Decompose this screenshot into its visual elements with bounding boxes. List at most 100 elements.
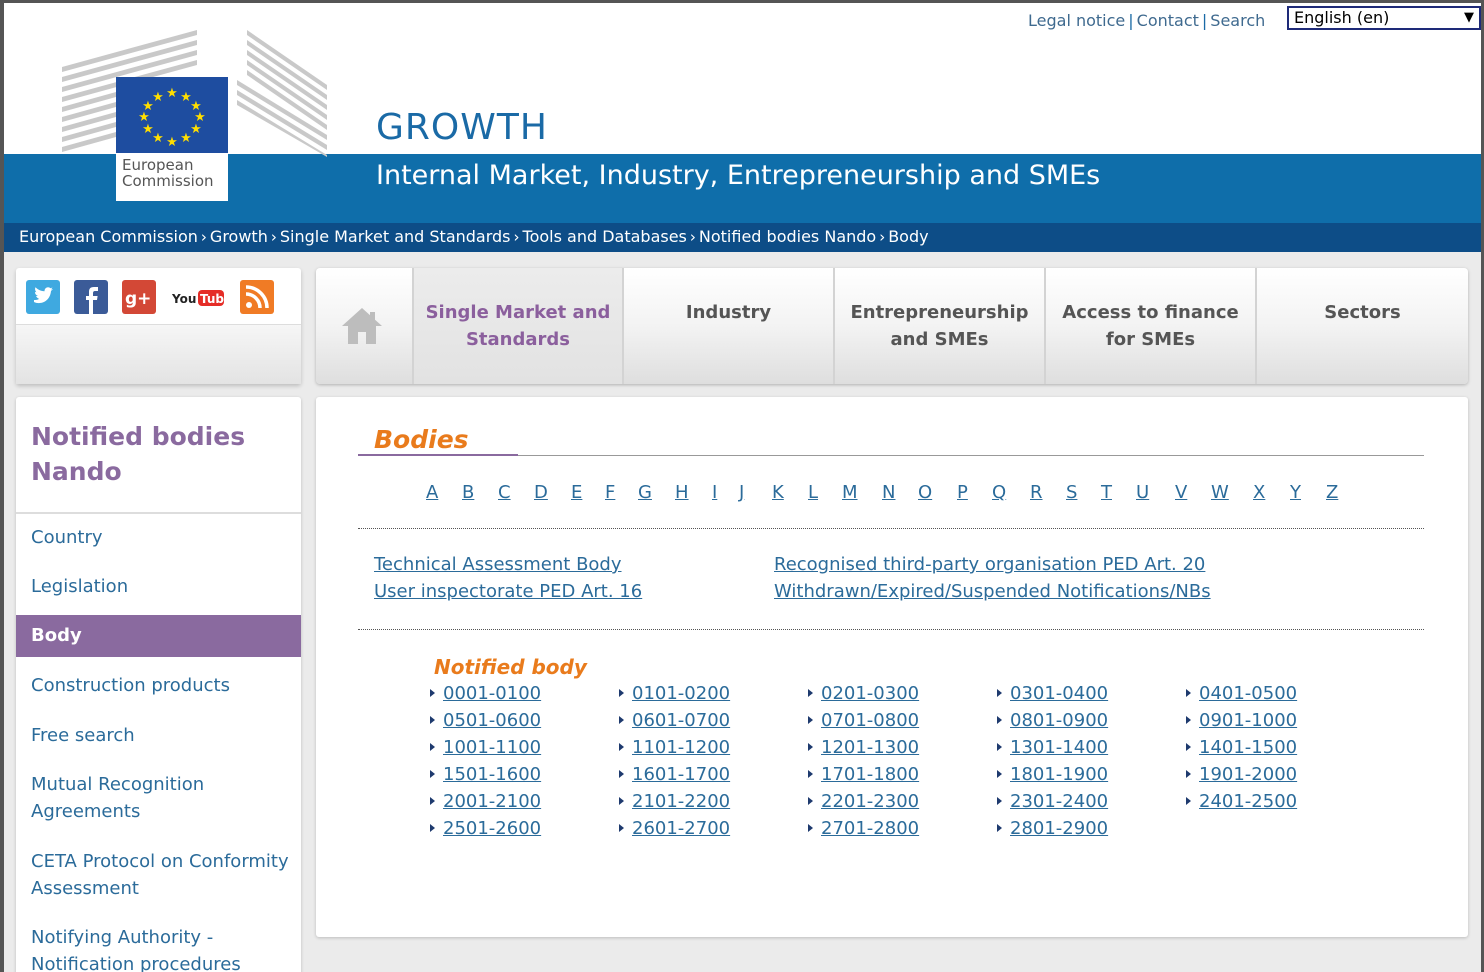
bullet-triangle-icon	[619, 824, 624, 832]
range-link[interactable]: 0401-0500	[1186, 683, 1297, 704]
letter-link[interactable]: J	[739, 482, 744, 503]
letter-link[interactable]: O	[918, 482, 932, 503]
language-select[interactable]: English (en) ▼	[1287, 6, 1481, 30]
letter-link[interactable]: T	[1101, 482, 1112, 503]
eu-flag-icon: ★ ★ ★ ★ ★ ★ ★ ★ ★ ★ ★ ★	[116, 77, 228, 153]
bullet-triangle-icon	[997, 716, 1002, 724]
range-link[interactable]: 1401-1500	[1186, 737, 1297, 758]
letter-link[interactable]: A	[426, 482, 438, 503]
breadcrumb-item[interactable]: Tools and Databases	[523, 227, 687, 246]
letter-link[interactable]: E	[571, 482, 582, 503]
letter-link[interactable]: K	[772, 482, 784, 503]
range-link[interactable]: 1701-1800	[808, 764, 919, 785]
range-link[interactable]: 2701-2800	[808, 818, 919, 839]
bullet-triangle-icon	[808, 824, 813, 832]
range-label: 2101-2200	[632, 791, 731, 812]
range-link[interactable]: 0101-0200	[619, 683, 730, 704]
range-link[interactable]: 0001-0100	[430, 683, 541, 704]
top-links: Legal notice | Contact | Search	[1028, 11, 1265, 30]
letter-link[interactable]: H	[675, 482, 689, 503]
breadcrumb-item[interactable]: Growth	[210, 227, 268, 246]
letter-link[interactable]: I	[712, 482, 717, 503]
google-plus-icon[interactable]: g+	[122, 280, 156, 314]
range-link[interactable]: 0301-0400	[997, 683, 1108, 704]
sidebar-item-construction-products[interactable]: Construction products	[16, 672, 301, 699]
letter-link[interactable]: L	[808, 482, 818, 503]
range-link[interactable]: 2401-2500	[1186, 791, 1297, 812]
range-link[interactable]: 0201-0300	[808, 683, 919, 704]
range-link[interactable]: 0501-0600	[430, 710, 541, 731]
range-link[interactable]: 2801-2900	[997, 818, 1108, 839]
letter-link[interactable]: Y	[1290, 482, 1301, 503]
breadcrumb-item[interactable]: Notified bodies Nando	[699, 227, 876, 246]
range-link[interactable]: 2001-2100	[430, 791, 541, 812]
sidebar-item-country[interactable]: Country	[16, 524, 301, 551]
nav-tab-label: Entrepreneurship and SMEs	[850, 302, 1029, 350]
letter-link[interactable]: G	[638, 482, 652, 503]
breadcrumb-item[interactable]: Single Market and Standards	[280, 227, 511, 246]
range-link[interactable]: 1801-1900	[997, 764, 1108, 785]
nav-tab-industry[interactable]: Industry	[624, 268, 835, 384]
sidebar-item-notifying-authority[interactable]: Notifying Authority - Notification proce…	[16, 924, 256, 972]
letter-link[interactable]: F	[605, 482, 615, 503]
range-link[interactable]: 1001-1100	[430, 737, 541, 758]
recognised-third-party-link[interactable]: Recognised third-party organisation PED …	[774, 554, 1205, 575]
letter-link[interactable]: M	[842, 482, 858, 503]
search-link[interactable]: Search	[1210, 11, 1265, 30]
letter-link[interactable]: X	[1253, 482, 1265, 503]
range-link[interactable]: 0801-0900	[997, 710, 1108, 731]
rss-icon[interactable]	[240, 280, 274, 314]
letter-link[interactable]: R	[1030, 482, 1043, 503]
letter-link[interactable]: P	[957, 482, 968, 503]
svg-text:★: ★	[190, 122, 202, 137]
legal-notice-link[interactable]: Legal notice	[1028, 11, 1125, 30]
svg-text:★: ★	[152, 131, 164, 146]
range-link[interactable]: 1601-1700	[619, 764, 730, 785]
letter-link[interactable]: V	[1175, 482, 1187, 503]
letter-link[interactable]: Z	[1326, 482, 1338, 503]
contact-link[interactable]: Contact	[1137, 11, 1199, 30]
range-link[interactable]: 2301-2400	[997, 791, 1108, 812]
nav-tab-entrepreneurship[interactable]: Entrepreneurship and SMEs	[835, 268, 1046, 384]
nav-home[interactable]	[316, 268, 414, 384]
range-link[interactable]: 1901-2000	[1186, 764, 1297, 785]
range-link[interactable]: 0601-0700	[619, 710, 730, 731]
withdrawn-notifications-link[interactable]: Withdrawn/Expired/Suspended Notification…	[774, 581, 1211, 602]
range-link[interactable]: 2501-2600	[430, 818, 541, 839]
browser-frame: ★ ★ ★ ★ ★ ★ ★ ★ ★ ★ ★ ★ European Commission GROW…	[0, 0, 1484, 972]
letter-link[interactable]: Q	[992, 482, 1006, 503]
nav-tab-single-market[interactable]: Single Market and Standards	[414, 268, 624, 384]
range-link[interactable]: 1501-1600	[430, 764, 541, 785]
breadcrumb-item[interactable]: European Commission	[19, 227, 198, 246]
letter-link[interactable]: B	[462, 482, 474, 503]
sidebar-item-ceta[interactable]: CETA Protocol on Conformity Assessment	[16, 848, 301, 902]
range-link[interactable]: 1101-1200	[619, 737, 730, 758]
range-link[interactable]: 1201-1300	[808, 737, 919, 758]
range-link[interactable]: 1301-1400	[997, 737, 1108, 758]
letter-link[interactable]: D	[534, 482, 548, 503]
range-label: 1601-1700	[632, 764, 731, 785]
technical-assessment-body-link[interactable]: Technical Assessment Body	[374, 554, 622, 575]
letter-link[interactable]: U	[1136, 482, 1149, 503]
youtube-icon[interactable]: You Tube	[171, 280, 232, 314]
letter-link[interactable]: C	[498, 482, 511, 503]
letter-link[interactable]: S	[1066, 482, 1077, 503]
user-inspectorate-link[interactable]: User inspectorate PED Art. 16	[374, 581, 642, 602]
nav-tab-sectors[interactable]: Sectors	[1257, 268, 1468, 384]
range-link[interactable]: 0901-1000	[1186, 710, 1297, 731]
sidebar-item-free-search[interactable]: Free search	[16, 722, 301, 749]
sidebar-item-mutual-recognition[interactable]: Mutual Recognition Agreements	[16, 771, 236, 825]
range-link[interactable]: 2101-2200	[619, 791, 730, 812]
nav-tab-access-finance[interactable]: Access to finance for SMEs	[1046, 268, 1257, 384]
letter-link[interactable]: N	[882, 482, 895, 503]
range-link[interactable]: 0701-0800	[808, 710, 919, 731]
sidebar-item-legislation[interactable]: Legislation	[16, 573, 301, 600]
range-label: 0701-0800	[821, 710, 920, 731]
range-link[interactable]: 2201-2300	[808, 791, 919, 812]
range-link[interactable]: 2601-2700	[619, 818, 730, 839]
nav-tab-label: Industry	[685, 302, 772, 323]
facebook-icon[interactable]	[74, 280, 108, 314]
sidebar-item-body[interactable]: Body	[16, 615, 301, 657]
twitter-icon[interactable]	[26, 280, 60, 314]
letter-link[interactable]: W	[1211, 482, 1229, 503]
